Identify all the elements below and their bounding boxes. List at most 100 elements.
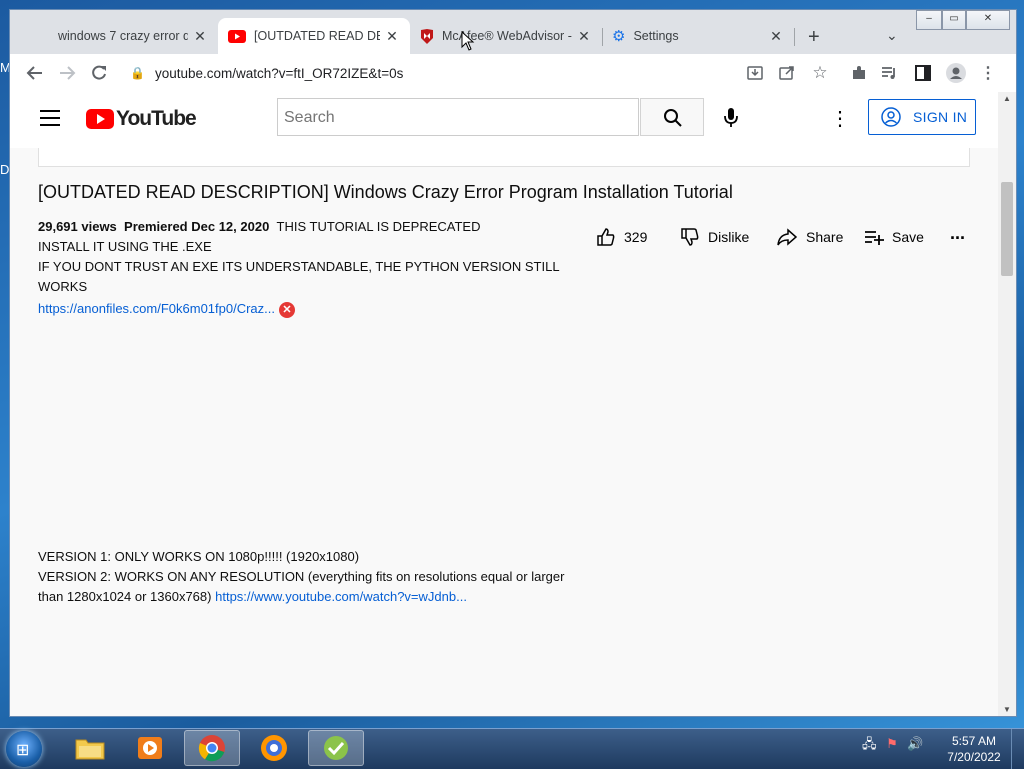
volume-icon[interactable]: 🔊 [907,736,923,751]
search-button[interactable] [640,98,704,136]
thumbs-down-icon [681,228,699,246]
hamburger-menu-icon[interactable] [40,110,60,131]
close-icon[interactable]: ✕ [384,28,400,45]
blocked-link-icon: ✕ [279,301,295,318]
forward-icon[interactable] [58,65,78,81]
search-icon [664,109,682,127]
search-input[interactable] [278,99,626,137]
tab-windows-7-crazy-error[interactable]: windows 7 crazy error de ✕ [18,18,218,54]
windows-taskbar: ⊞ 🖧 ⚑ 🔊 5:57 AM 7/20/2022 [0,728,1024,769]
windows-logo-icon: ⊞ [16,742,30,759]
start-button[interactable]: ⊞ [6,731,42,767]
scrollbar-thumb[interactable] [1001,182,1013,276]
folder-icon [75,739,105,760]
chrome-icon [198,735,225,762]
mouse-cursor-icon [461,31,475,51]
tab-title: windows 7 crazy error de [58,29,188,43]
video-player-bottom-edge [38,148,970,167]
media-controls-icon[interactable] [880,64,900,82]
system-clock[interactable]: 5:57 AM 7/20/2022 [944,733,1004,765]
close-window-button[interactable]: ✕ [966,10,1010,30]
description-link[interactable]: https://anonfiles.com/F0k6m01fp0/Craz... [38,301,275,316]
clock-date: 7/20/2022 [947,750,1001,764]
youtube-icon [228,29,246,43]
tab-title: Settings [633,29,679,43]
media-player-icon [138,737,162,759]
tab-separator [602,28,603,46]
desktop-icon-label: D [0,162,10,177]
like-button[interactable]: 329 [596,227,647,247]
more-actions-button[interactable]: ... [950,223,965,244]
youtube-play-icon [86,109,114,129]
clock-time: 5:57 AM [951,734,997,748]
gear-icon: ⚙ [612,28,626,45]
app-green-icon [324,736,348,760]
search-box[interactable] [277,98,639,137]
taskbar-app-green[interactable] [308,730,364,766]
youtube-page: YouTube ⋮ SIGN IN [OUTDATED READ DESCRIP… [10,92,998,716]
show-desktop-button[interactable] [1011,729,1024,769]
page-scrollbar[interactable]: ▲ ▼ [998,92,1016,716]
extensions-icon[interactable] [850,64,870,82]
scroll-down-arrow-icon[interactable]: ▼ [1003,705,1011,714]
restore-button[interactable]: ▭ [942,10,966,30]
dislike-label: Dislike [708,229,750,245]
video-title: [OUTDATED READ DESCRIPTION] Windows Craz… [38,182,733,202]
youtube-logo[interactable]: YouTube [86,107,197,131]
sign-in-button[interactable]: SIGN IN [868,99,976,135]
premiere-date: Premiered Dec 12, 2020 [124,219,270,234]
account-icon [881,107,901,127]
system-tray: 🖧 ⚑ 🔊 [862,735,924,757]
share-page-icon[interactable] [778,64,798,82]
browser-window: windows 7 crazy error de ✕ [OUTDATED REA… [10,10,1016,716]
minimize-button[interactable]: – [916,10,942,30]
bookmark-star-icon[interactable]: ☆ [810,63,830,83]
voice-search-button[interactable] [713,100,749,136]
tab-strip: windows 7 crazy error de ✕ [OUTDATED REA… [10,10,1016,54]
save-label: Save [892,229,924,245]
view-count: 29,691 views [38,219,117,234]
back-icon[interactable] [26,65,46,81]
settings-more-icon[interactable]: ⋮ [830,106,850,131]
tab-search-button[interactable]: ⌄ [886,27,898,44]
description-line: INSTALL IT USING THE .EXE [38,239,212,254]
taskbar-explorer[interactable] [62,730,118,766]
url-text[interactable]: youtube.com/watch?v=ftI_OR72IZE&t=0s [155,66,403,81]
reload-icon[interactable] [90,64,110,82]
taskbar-media-player[interactable] [122,730,178,766]
mcafee-icon [421,28,433,44]
dislike-button[interactable]: Dislike [680,227,749,247]
profile-avatar-icon[interactable] [946,63,966,83]
save-button[interactable]: Save [864,227,924,247]
thumbs-up-icon [597,228,615,246]
close-icon[interactable]: ✕ [192,28,208,45]
video-description-continued: VERSION 1: ONLY WORKS ON 1080p!!!!! (192… [38,547,578,607]
youtube-header: YouTube ⋮ SIGN IN [10,92,998,148]
description-line: THIS TUTORIAL IS DEPRECATED [276,219,481,234]
taskbar-chrome[interactable] [184,730,240,766]
taskbar-firefox[interactable] [246,730,302,766]
share-label: Share [806,229,844,245]
lock-icon[interactable]: 🔒 [130,66,145,80]
browser-toolbar: 🔒 youtube.com/watch?v=ftI_OR72IZE&t=0s ☆… [10,54,1016,92]
address-bar[interactable]: 🔒 youtube.com/watch?v=ftI_OR72IZE&t=0s [122,59,782,87]
close-icon[interactable]: ✕ [576,28,592,45]
install-icon[interactable] [746,64,766,82]
tab-outdated-read-description[interactable]: [OUTDATED READ DESC ✕ [218,18,410,54]
close-icon[interactable]: ✕ [768,28,784,45]
tab-separator [794,28,795,46]
tab-mcafee-webadvisor[interactable]: McAfee® WebAdvisor - ✕ [410,18,602,54]
browser-menu-icon[interactable]: ⋮ [978,63,998,83]
network-icon[interactable]: 🖧 [862,736,877,751]
scroll-up-arrow-icon[interactable]: ▲ [1003,94,1011,103]
tab-settings[interactable]: ⚙ Settings ✕ [604,18,794,54]
side-panel-icon[interactable] [914,64,934,82]
description-link[interactable]: https://www.youtube.com/watch?v=wJdnb... [215,589,467,604]
share-icon [777,228,798,246]
tab-title: [OUTDATED READ DESC [254,29,380,43]
action-center-flag-icon[interactable]: ⚑ [886,736,898,751]
description-line: VERSION 1: ONLY WORKS ON 1080p!!!!! (192… [38,549,360,564]
description-line: IF YOU DONT TRUST AN EXE ITS UNDERSTANDA… [38,259,560,294]
new-tab-button[interactable]: + [808,26,820,49]
share-button[interactable]: Share [776,227,843,247]
